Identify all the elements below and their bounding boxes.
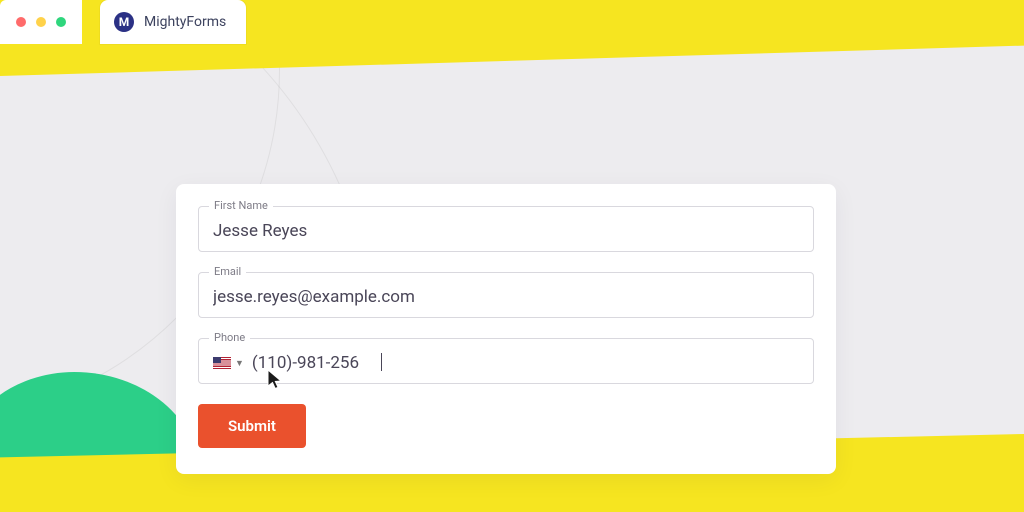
text-caret-icon	[381, 353, 382, 371]
phone-field-wrapper: Phone ▼	[198, 338, 814, 384]
tab-title: MightyForms	[144, 14, 226, 30]
email-input[interactable]	[213, 287, 799, 307]
us-flag-icon	[213, 357, 231, 369]
browser-tab[interactable]: M MightyForms	[100, 0, 246, 44]
email-label: Email	[209, 265, 246, 278]
window-controls	[0, 0, 82, 44]
email-field-wrapper: Email	[198, 272, 814, 318]
chevron-down-icon: ▼	[235, 358, 244, 369]
close-window-icon[interactable]	[16, 17, 26, 27]
form-card: First Name Email Phone ▼ Submit	[176, 184, 836, 474]
country-flag-selector[interactable]: ▼	[213, 357, 244, 369]
phone-input[interactable]	[252, 353, 402, 373]
browser-chrome: M MightyForms	[0, 0, 246, 44]
minimize-window-icon[interactable]	[36, 17, 46, 27]
first-name-label: First Name	[209, 199, 273, 212]
mightyforms-logo-icon: M	[114, 12, 134, 32]
first-name-field-wrapper: First Name	[198, 206, 814, 252]
phone-label: Phone	[209, 331, 250, 344]
maximize-window-icon[interactable]	[56, 17, 66, 27]
first-name-input[interactable]	[213, 221, 799, 241]
submit-button[interactable]: Submit	[198, 404, 306, 448]
